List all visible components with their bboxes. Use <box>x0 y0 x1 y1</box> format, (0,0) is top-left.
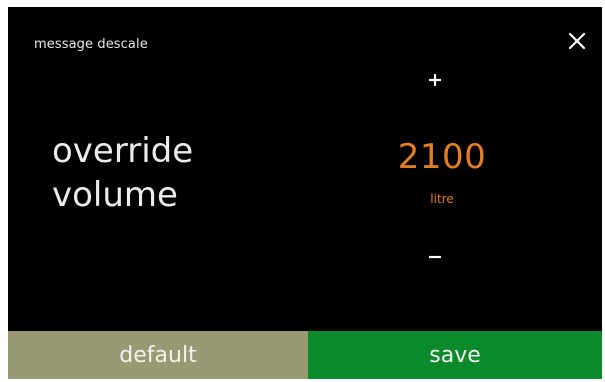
setting-unit: litre <box>430 192 454 206</box>
setting-label-line2: volume <box>52 175 178 215</box>
minus-icon <box>429 255 441 259</box>
save-button[interactable]: save <box>308 331 602 379</box>
plus-icon <box>429 74 441 86</box>
save-button-label: save <box>429 342 481 368</box>
default-button-label: default <box>119 342 197 368</box>
descale-settings-screen: message descale override volume 2100 lit… <box>8 7 602 379</box>
setting-value: 2100 <box>397 137 487 177</box>
decrement-button[interactable] <box>422 243 448 269</box>
screen-title: message descale <box>34 37 148 52</box>
setting-label: override volume <box>52 129 193 217</box>
default-button[interactable]: default <box>8 331 308 379</box>
increment-button[interactable] <box>422 67 448 93</box>
setting-label-line1: override <box>52 131 194 171</box>
close-icon-glyph <box>568 32 586 50</box>
close-icon[interactable] <box>565 29 589 53</box>
